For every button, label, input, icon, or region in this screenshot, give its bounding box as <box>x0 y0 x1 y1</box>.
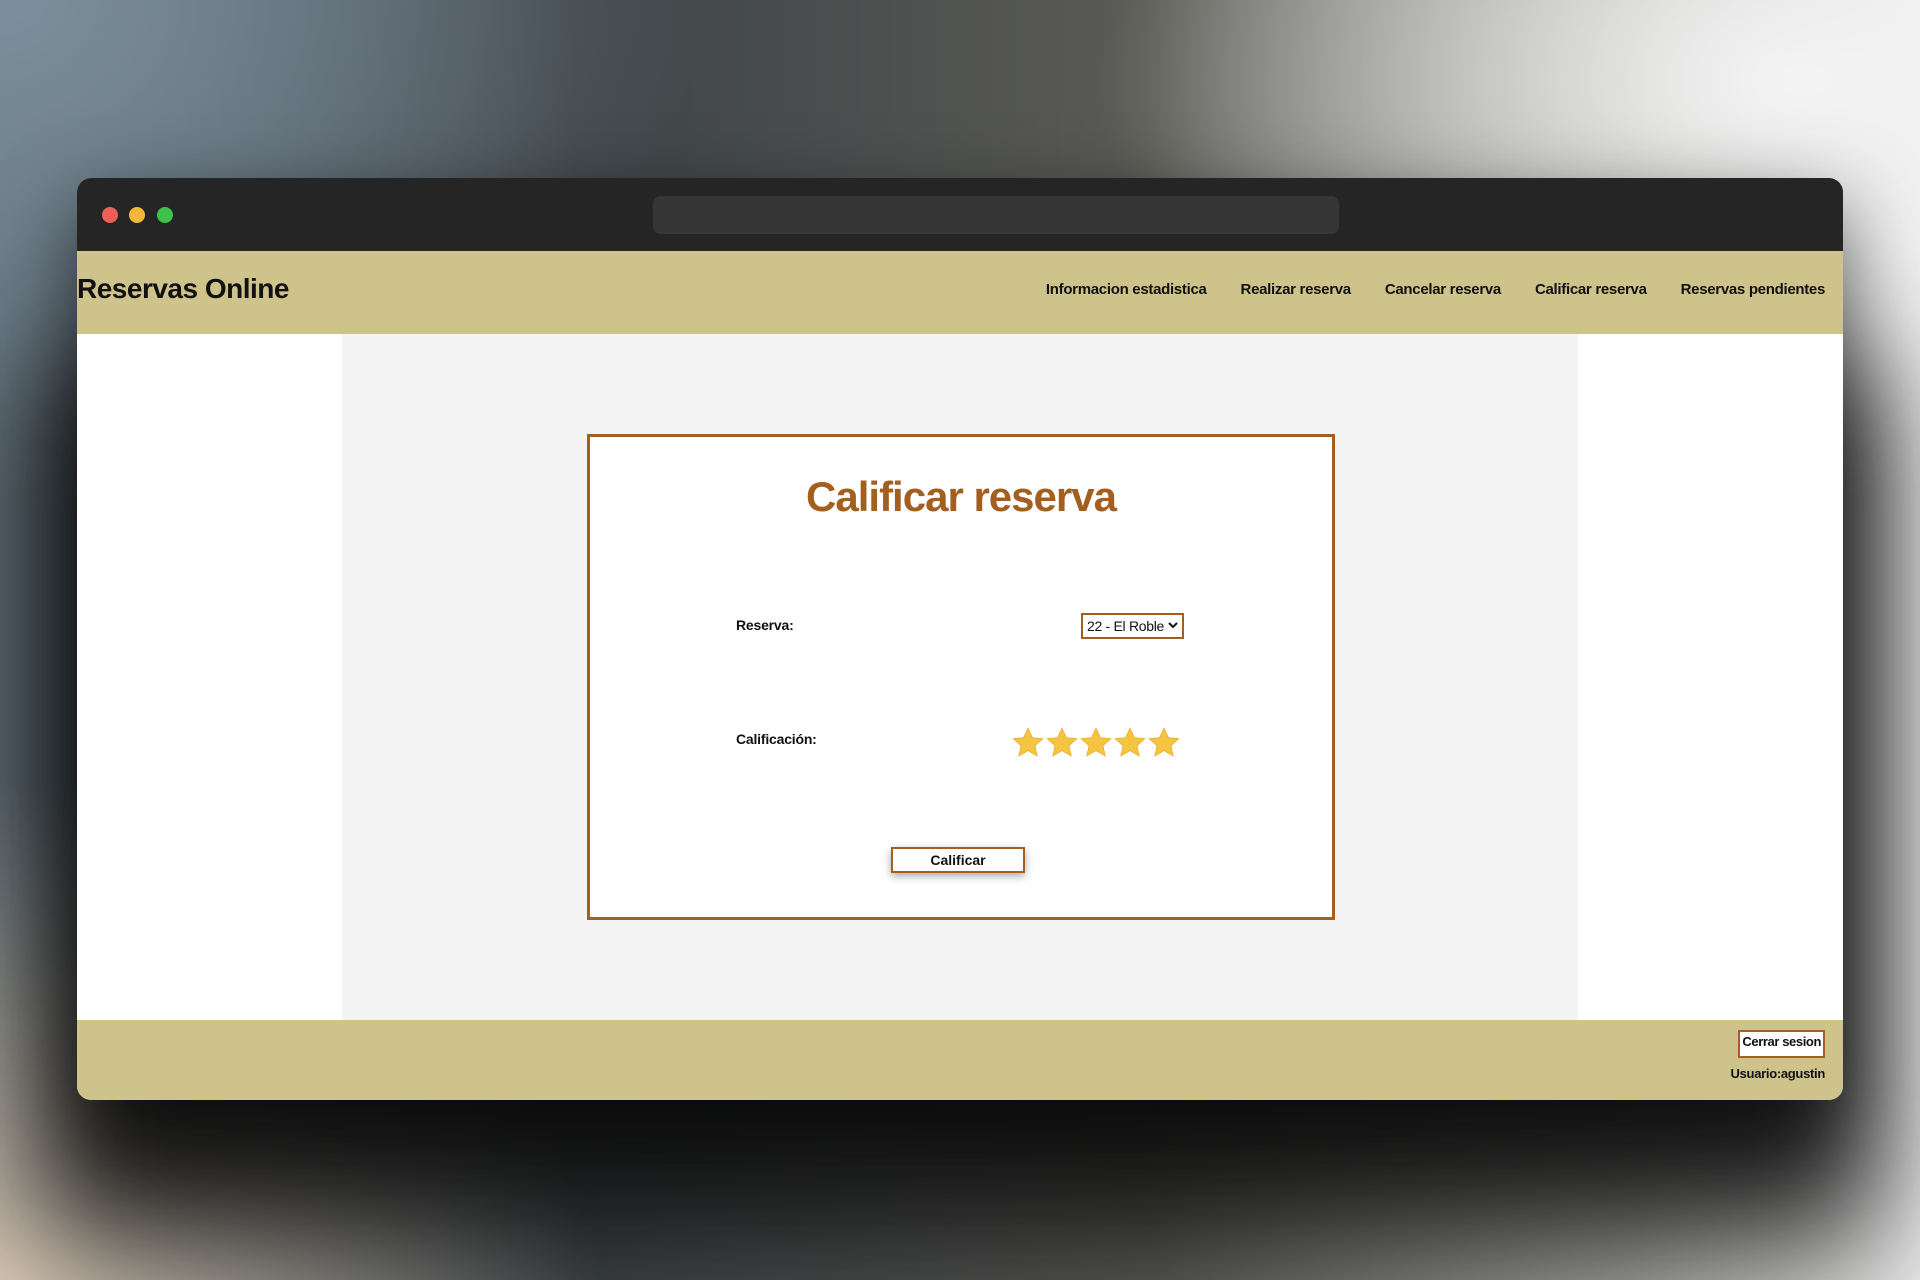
chevron-down-icon <box>1168 620 1178 632</box>
calificacion-label: Calificación: <box>736 731 817 747</box>
nav-link-calificar-reserva[interactable]: Calificar reserva <box>1535 281 1647 298</box>
nav-link-cancelar-reserva[interactable]: Cancelar reserva <box>1385 281 1501 298</box>
rating-form-card: Calificar reserva Reserva: 22 - El Roble… <box>587 434 1335 920</box>
maximize-window-button[interactable] <box>157 207 173 223</box>
star-icon[interactable] <box>1079 726 1113 760</box>
brand-logo[interactable]: Reservas Online <box>77 273 289 305</box>
main-content: Calificar reserva Reserva: 22 - El Roble… <box>77 334 1843 1020</box>
reserva-select[interactable]: 22 - El Roble <box>1081 613 1185 639</box>
close-window-button[interactable] <box>102 207 118 223</box>
browser-window: Reservas Online Informacion estadistica … <box>77 178 1843 1100</box>
minimize-window-button[interactable] <box>129 207 145 223</box>
nav-link-informacion-estadistica[interactable]: Informacion estadistica <box>1046 281 1207 298</box>
star-rating[interactable] <box>1011 726 1181 760</box>
current-user-label: Usuario:agustin <box>1730 1066 1826 1081</box>
logout-button[interactable]: Cerrar sesion <box>1738 1030 1825 1058</box>
top-navbar: Reservas Online Informacion estadistica … <box>77 251 1843 334</box>
footer-bar: Cerrar sesion Usuario:agustin <box>77 1020 1843 1100</box>
center-column: Calificar reserva Reserva: 22 - El Roble… <box>342 334 1578 1020</box>
main-nav: Informacion estadistica Realizar reserva… <box>1046 281 1825 298</box>
star-icon[interactable] <box>1147 726 1181 760</box>
nav-link-reservas-pendientes[interactable]: Reservas pendientes <box>1681 281 1826 298</box>
window-titlebar <box>77 178 1843 251</box>
star-icon[interactable] <box>1113 726 1147 760</box>
star-icon[interactable] <box>1011 726 1045 760</box>
address-bar[interactable] <box>653 196 1339 234</box>
nav-link-realizar-reserva[interactable]: Realizar reserva <box>1241 281 1352 298</box>
calificar-button[interactable]: Calificar <box>891 847 1025 873</box>
reserva-select-value: 22 - El Roble <box>1087 618 1165 634</box>
page-title: Calificar reserva <box>806 473 1117 520</box>
star-icon[interactable] <box>1045 726 1079 760</box>
reserva-label: Reserva: <box>736 617 794 633</box>
